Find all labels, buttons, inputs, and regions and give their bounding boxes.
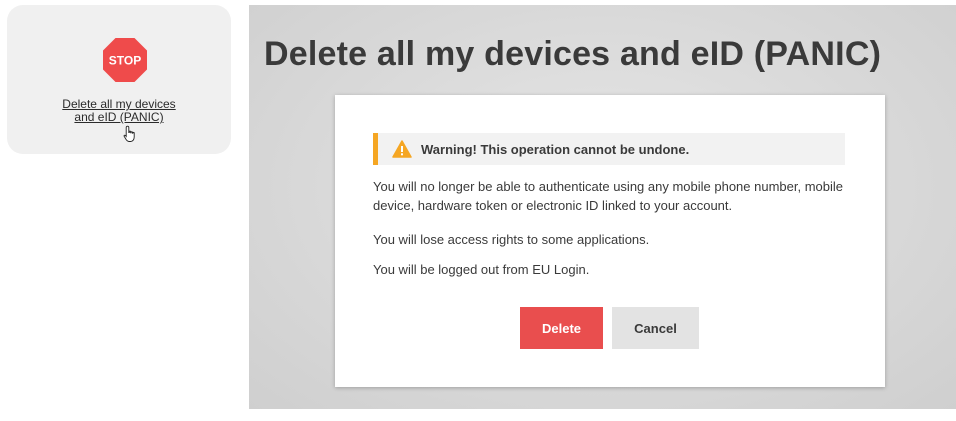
- panic-link-line2: and eID (PANIC): [74, 110, 164, 124]
- modal-backdrop: Delete all my devices and eID (PANIC) Wa…: [249, 5, 956, 409]
- consequence-text: You will be logged out from EU Login.: [373, 262, 590, 277]
- confirm-dialog: Warning! This operation cannot be undone…: [335, 95, 885, 387]
- warning-triangle-icon: [392, 140, 412, 158]
- stop-sign-icon: STOP: [102, 37, 148, 83]
- stop-sign-text: STOP: [109, 54, 141, 68]
- cancel-button[interactable]: Cancel: [612, 307, 699, 349]
- consequence-text: You will lose access rights to some appl…: [373, 232, 650, 247]
- delete-button[interactable]: Delete: [520, 307, 603, 349]
- warning-banner: Warning! This operation cannot be undone…: [373, 133, 845, 165]
- hand-pointer-icon: [123, 125, 137, 143]
- page-title: Delete all my devices and eID (PANIC): [264, 35, 882, 73]
- panic-link-line1: Delete all my devices: [62, 97, 176, 111]
- panic-card[interactable]: STOP Delete all my devices and eID (PANI…: [7, 5, 231, 154]
- panic-link[interactable]: Delete all my devices and eID (PANIC): [7, 98, 231, 124]
- consequence-text: You will no longer be able to authentica…: [373, 179, 844, 213]
- warning-text: Warning! This operation cannot be undone…: [421, 142, 690, 157]
- page-root: STOP Delete all my devices and eID (PANI…: [0, 0, 956, 421]
